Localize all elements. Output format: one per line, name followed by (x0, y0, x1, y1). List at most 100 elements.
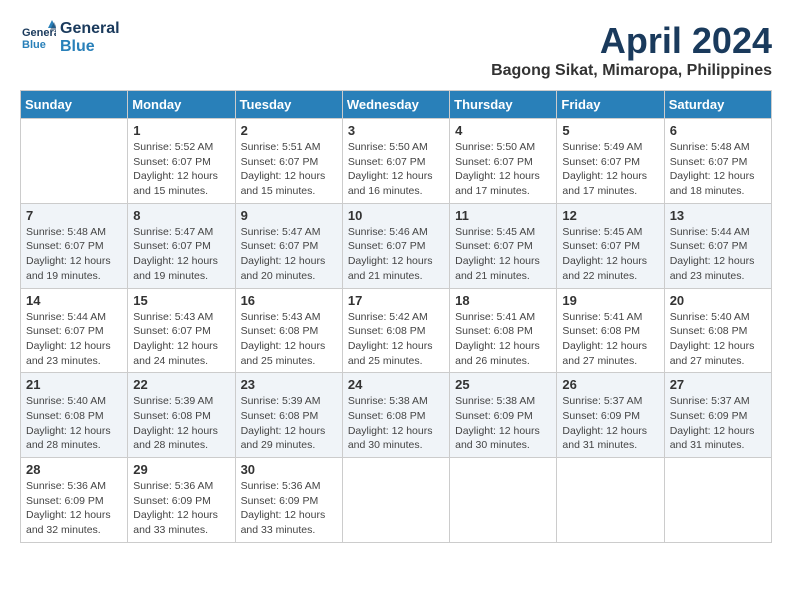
day-number: 26 (562, 377, 658, 392)
day-number: 19 (562, 293, 658, 308)
day-number: 22 (133, 377, 229, 392)
day-number: 25 (455, 377, 551, 392)
table-row: 15 Sunrise: 5:43 AMSunset: 6:07 PMDayligh… (128, 288, 235, 373)
day-info: Sunrise: 5:38 AMSunset: 6:08 PMDaylight:… (348, 394, 444, 453)
logo-line1: General (60, 20, 120, 38)
calendar-week-row: 1Sunrise: 5:52 AMSunset: 6:07 PMDaylight… (21, 119, 772, 204)
calendar-week-row: 28Sunrise: 5:36 AMSunset: 6:09 PMDayligh… (21, 458, 772, 543)
table-row: 5 Sunrise: 5:49 AMSunset: 6:07 PMDaylight… (557, 119, 664, 204)
month-title: April 2024 (491, 20, 772, 62)
day-info: Sunrise: 5:41 AMSunset: 6:08 PMDaylight:… (562, 310, 658, 369)
col-monday: Monday (128, 91, 235, 119)
day-info: Sunrise: 5:47 AMSunset: 6:07 PMDaylight:… (241, 225, 337, 284)
day-number: 20 (670, 293, 766, 308)
day-info: Sunrise: 5:44 AMSunset: 6:07 PMDaylight:… (670, 225, 766, 284)
day-number: 23 (241, 377, 337, 392)
table-row: 7 Sunrise: 5:48 AMSunset: 6:07 PMDaylight… (21, 203, 128, 288)
day-number: 29 (133, 462, 229, 477)
table-row: 2 Sunrise: 5:51 AMSunset: 6:07 PMDaylight… (235, 119, 342, 204)
calendar-week-row: 21 Sunrise: 5:40 AMSunset: 6:08 PMDayligh… (21, 373, 772, 458)
table-row: 9 Sunrise: 5:47 AMSunset: 6:07 PMDaylight… (235, 203, 342, 288)
day-info: Sunrise: 5:46 AMSunset: 6:07 PMDaylight:… (348, 225, 444, 284)
day-info: Sunrise: 5:45 AMSunset: 6:07 PMDaylight:… (562, 225, 658, 284)
day-info: Sunrise: 5:49 AMSunset: 6:07 PMDaylight:… (562, 140, 658, 199)
table-row: 12 Sunrise: 5:45 AMSunset: 6:07 PMDayligh… (557, 203, 664, 288)
table-row: 26Sunrise: 5:37 AMSunset: 6:09 PMDayligh… (557, 373, 664, 458)
day-info: Sunrise: 5:40 AMSunset: 6:08 PMDaylight:… (670, 310, 766, 369)
day-number: 7 (26, 208, 122, 223)
day-number: 10 (348, 208, 444, 223)
day-info: Sunrise: 5:45 AMSunset: 6:07 PMDaylight:… (455, 225, 551, 284)
day-number: 16 (241, 293, 337, 308)
day-number: 13 (670, 208, 766, 223)
calendar-week-row: 14Sunrise: 5:44 AMSunset: 6:07 PMDayligh… (21, 288, 772, 373)
calendar-table: Sunday Monday Tuesday Wednesday Thursday… (20, 90, 772, 543)
day-number: 2 (241, 123, 337, 138)
logo: General Blue General Blue (20, 20, 120, 56)
table-row: 10 Sunrise: 5:46 AMSunset: 6:07 PMDayligh… (342, 203, 449, 288)
day-number: 1 (133, 123, 229, 138)
day-info: Sunrise: 5:48 AMSunset: 6:07 PMDaylight:… (26, 225, 122, 284)
table-row: 30Sunrise: 5:36 AMSunset: 6:09 PMDayligh… (235, 458, 342, 543)
day-info: Sunrise: 5:41 AMSunset: 6:08 PMDaylight:… (455, 310, 551, 369)
table-row: 18 Sunrise: 5:41 AMSunset: 6:08 PMDayligh… (450, 288, 557, 373)
day-number: 12 (562, 208, 658, 223)
day-number: 18 (455, 293, 551, 308)
day-info: Sunrise: 5:40 AMSunset: 6:08 PMDaylight:… (26, 394, 122, 453)
table-row (450, 458, 557, 543)
day-number: 6 (670, 123, 766, 138)
col-saturday: Saturday (664, 91, 771, 119)
table-row: 25 Sunrise: 5:38 AMSunset: 6:09 PMDayligh… (450, 373, 557, 458)
table-row: 6 Sunrise: 5:48 AMSunset: 6:07 PMDaylight… (664, 119, 771, 204)
day-info: Sunrise: 5:36 AMSunset: 6:09 PMDaylight:… (26, 479, 122, 538)
table-row: 24 Sunrise: 5:38 AMSunset: 6:08 PMDayligh… (342, 373, 449, 458)
day-number: 4 (455, 123, 551, 138)
day-info: Sunrise: 5:50 AMSunset: 6:07 PMDaylight:… (455, 140, 551, 199)
col-tuesday: Tuesday (235, 91, 342, 119)
table-row (21, 119, 128, 204)
day-info: Sunrise: 5:43 AMSunset: 6:07 PMDaylight:… (133, 310, 229, 369)
table-row: 16Sunrise: 5:43 AMSunset: 6:08 PMDayligh… (235, 288, 342, 373)
day-info: Sunrise: 5:50 AMSunset: 6:07 PMDaylight:… (348, 140, 444, 199)
table-row: 22 Sunrise: 5:39 AMSunset: 6:08 PMDayligh… (128, 373, 235, 458)
table-row: 27 Sunrise: 5:37 AMSunset: 6:09 PMDayligh… (664, 373, 771, 458)
day-number: 27 (670, 377, 766, 392)
table-row (664, 458, 771, 543)
table-row (342, 458, 449, 543)
col-wednesday: Wednesday (342, 91, 449, 119)
day-number: 21 (26, 377, 122, 392)
title-area: April 2024 Bagong Sikat, Mimaropa, Phili… (491, 20, 772, 80)
day-number: 30 (241, 462, 337, 477)
svg-text:Blue: Blue (22, 39, 46, 51)
table-row: 17Sunrise: 5:42 AMSunset: 6:08 PMDayligh… (342, 288, 449, 373)
location-title: Bagong Sikat, Mimaropa, Philippines (491, 62, 772, 80)
table-row: 13 Sunrise: 5:44 AMSunset: 6:07 PMDayligh… (664, 203, 771, 288)
table-row: 23 Sunrise: 5:39 AMSunset: 6:08 PMDayligh… (235, 373, 342, 458)
day-number: 9 (241, 208, 337, 223)
day-info: Sunrise: 5:38 AMSunset: 6:09 PMDaylight:… (455, 394, 551, 453)
calendar-header-row: Sunday Monday Tuesday Wednesday Thursday… (21, 91, 772, 119)
calendar-week-row: 7 Sunrise: 5:48 AMSunset: 6:07 PMDaylight… (21, 203, 772, 288)
table-row: 21 Sunrise: 5:40 AMSunset: 6:08 PMDayligh… (21, 373, 128, 458)
day-number: 3 (348, 123, 444, 138)
table-row: 14Sunrise: 5:44 AMSunset: 6:07 PMDayligh… (21, 288, 128, 373)
day-info: Sunrise: 5:39 AMSunset: 6:08 PMDaylight:… (241, 394, 337, 453)
day-number: 14 (26, 293, 122, 308)
logo-line2: Blue (60, 38, 120, 56)
table-row: 29Sunrise: 5:36 AMSunset: 6:09 PMDayligh… (128, 458, 235, 543)
day-info: Sunrise: 5:48 AMSunset: 6:07 PMDaylight:… (670, 140, 766, 199)
day-number: 11 (455, 208, 551, 223)
day-number: 15 (133, 293, 229, 308)
day-number: 8 (133, 208, 229, 223)
table-row: 19 Sunrise: 5:41 AMSunset: 6:08 PMDayligh… (557, 288, 664, 373)
day-number: 24 (348, 377, 444, 392)
col-thursday: Thursday (450, 91, 557, 119)
table-row: 28Sunrise: 5:36 AMSunset: 6:09 PMDayligh… (21, 458, 128, 543)
day-number: 5 (562, 123, 658, 138)
day-info: Sunrise: 5:51 AMSunset: 6:07 PMDaylight:… (241, 140, 337, 199)
day-info: Sunrise: 5:39 AMSunset: 6:08 PMDaylight:… (133, 394, 229, 453)
table-row: 1Sunrise: 5:52 AMSunset: 6:07 PMDaylight… (128, 119, 235, 204)
col-friday: Friday (557, 91, 664, 119)
day-info: Sunrise: 5:37 AMSunset: 6:09 PMDaylight:… (670, 394, 766, 453)
logo-icon: General Blue (20, 20, 56, 56)
